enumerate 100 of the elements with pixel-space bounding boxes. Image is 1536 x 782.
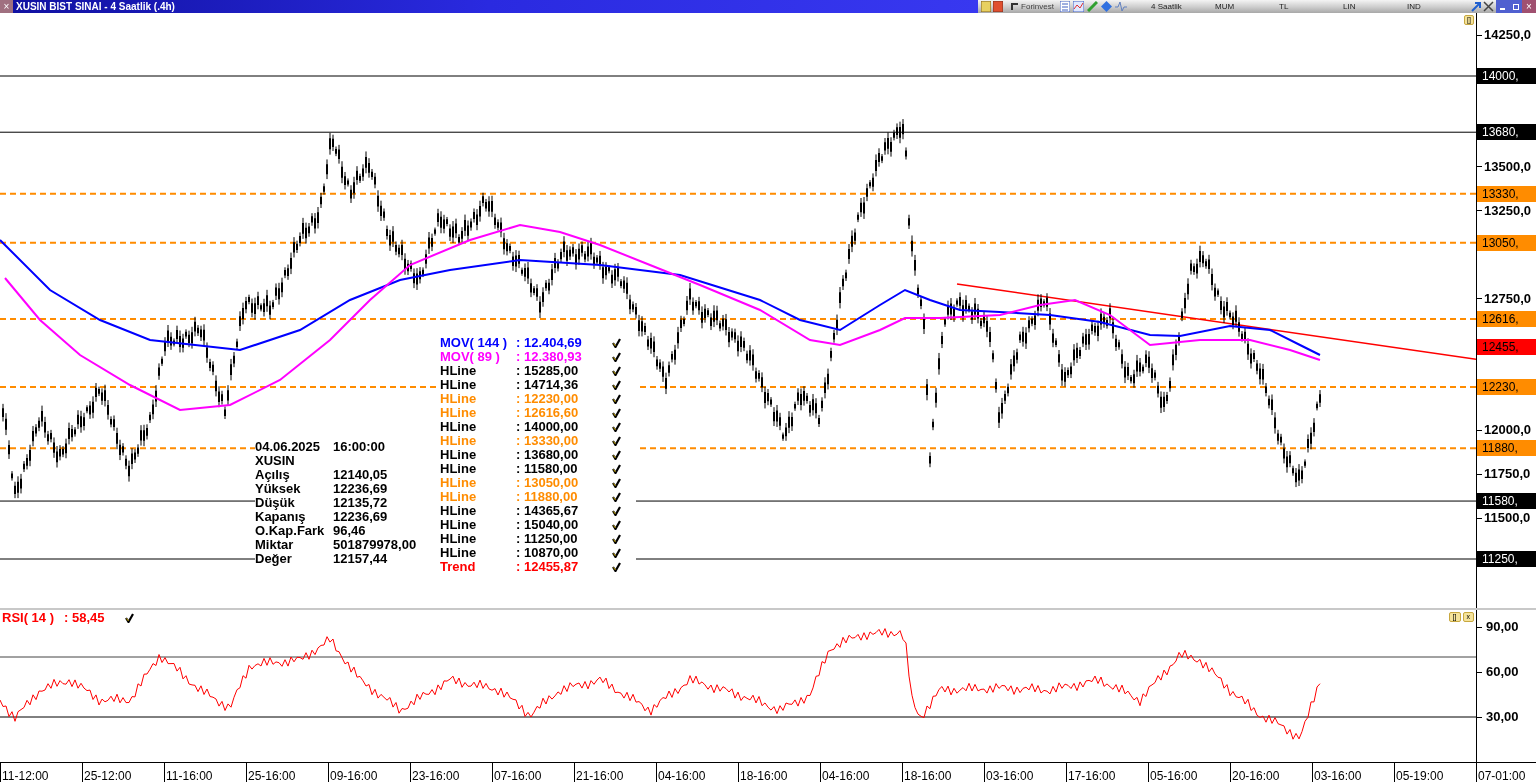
checkmark-icon[interactable]: [612, 464, 621, 474]
toolbar-menu[interactable]: LIN: [1343, 2, 1407, 11]
time-label: 09-16:00: [330, 769, 378, 782]
legend-label: HLine: [440, 392, 478, 406]
legend-value: : 13330,00: [516, 434, 580, 448]
legend-value: : 10870,00: [516, 546, 580, 560]
legend-label: HLine: [440, 364, 478, 378]
time-label: 07-16:00: [494, 769, 542, 782]
checkmark-icon[interactable]: [612, 478, 621, 488]
minimize-button[interactable]: [1496, 0, 1509, 13]
time-label: 07-01:00: [1478, 769, 1526, 782]
legend-value: : 12.380,93: [516, 350, 583, 364]
graph-icon[interactable]: [1073, 1, 1084, 12]
checkmark-icon[interactable]: [612, 380, 621, 390]
legend-label: HLine: [440, 546, 478, 560]
list-icon[interactable]: [1060, 1, 1070, 12]
wave-icon[interactable]: [1115, 1, 1127, 12]
pencil-icon[interactable]: [1087, 1, 1098, 12]
legend-label: HLine: [440, 490, 478, 504]
legend-value: : 11580,00: [516, 462, 579, 476]
legend-label: MOV( 89 ): [440, 350, 501, 364]
checkmark-icon[interactable]: [124, 613, 134, 623]
time-label: 04-16:00: [658, 769, 706, 782]
price-tag: 12230,: [1477, 378, 1536, 395]
checkmark-icon[interactable]: [612, 548, 621, 558]
close-button[interactable]: ×: [1522, 0, 1536, 13]
time-label: 25-16:00: [248, 769, 296, 782]
toolbar-menu[interactable]: TL: [1279, 2, 1343, 11]
info-date: 04.06.2025: [255, 440, 322, 454]
info-label: Yüksek: [255, 482, 302, 496]
info-time: 16:00:00: [333, 440, 386, 454]
checkmark-icon[interactable]: [612, 520, 621, 530]
axis-label: 12000,0: [1484, 423, 1531, 438]
info-label: O.Kap.Fark: [255, 524, 326, 538]
legend-label: HLine: [440, 504, 478, 518]
legend-value: : 12455,87: [516, 560, 580, 574]
diamond-icon[interactable]: [1101, 1, 1112, 12]
legend-label: HLine: [440, 448, 478, 462]
axis-label: 13250,0: [1484, 203, 1531, 218]
legend-label: HLine: [440, 476, 478, 490]
checkmark-icon[interactable]: [612, 534, 621, 544]
time-label: 23-16:00: [412, 769, 460, 782]
legend-label: HLine: [440, 462, 478, 476]
legend-label: HLine: [440, 532, 478, 546]
checkmark-icon[interactable]: [612, 492, 621, 502]
legend-label: HLine: [440, 434, 478, 448]
checkmark-icon[interactable]: [612, 450, 621, 460]
legend-value: : 12.404,69: [516, 336, 583, 350]
price-tag: 12616,: [1477, 311, 1536, 328]
price-tag: 11580,: [1477, 493, 1536, 510]
checkmark-icon[interactable]: [612, 408, 621, 418]
legend-label: HLine: [440, 420, 478, 434]
info-value: 12236,69: [333, 510, 388, 524]
info-value: 501879978,00: [333, 538, 417, 552]
axis-label: 14250,0: [1484, 28, 1531, 43]
info-value: 96,46: [333, 524, 366, 538]
checkmark-icon[interactable]: [612, 352, 621, 362]
close-button[interactable]: ×: [0, 0, 13, 13]
legend-value: : 12230,00: [516, 392, 580, 406]
time-label: 04-16:00: [822, 769, 870, 782]
info-symbol: XUSIN: [255, 454, 296, 468]
legend-value: : 15285,00: [516, 364, 580, 378]
legend-value: : 14000,00: [516, 420, 580, 434]
time-label: 20-16:00: [1232, 769, 1280, 782]
legend-value: : 13680,00: [516, 448, 580, 462]
legend-label: Trend: [440, 560, 477, 574]
axis-label: 60,00: [1486, 664, 1519, 680]
info-label: Düşük: [255, 496, 296, 510]
rsi-value: : 58,45: [64, 610, 105, 626]
time-label: 18-16:00: [904, 769, 952, 782]
price-tag: 11880,: [1477, 440, 1536, 457]
legend-label: MOV( 144 ): [440, 336, 509, 350]
checkmark-icon[interactable]: [612, 436, 621, 446]
toolbar-menu[interactable]: MUM: [1215, 2, 1279, 11]
legend-label: HLine: [440, 406, 478, 420]
info-value: 12135,72: [333, 496, 388, 510]
info-value: 12157,44: [333, 552, 388, 566]
price-tag: 13680,: [1477, 124, 1536, 141]
checkmark-icon[interactable]: [612, 366, 621, 376]
time-label: 11-16:00: [166, 769, 213, 782]
time-label: 21-16:00: [576, 769, 624, 782]
toolbar-menu[interactable]: 4 Saatlik: [1151, 2, 1215, 11]
legend-value: : 11250,00: [516, 532, 579, 546]
arrow-icon[interactable]: [1471, 1, 1481, 12]
checkmark-icon[interactable]: [612, 506, 621, 516]
checkmark-icon[interactable]: [612, 338, 621, 348]
info-value: 12236,69: [333, 482, 388, 496]
time-label: 17-16:00: [1068, 769, 1116, 782]
toolbar-menu[interactable]: IND: [1407, 2, 1471, 11]
info-value: 12140,05: [333, 468, 388, 482]
logo-icon: [1011, 2, 1020, 11]
info-label: Miktar: [255, 538, 294, 552]
axis-label: 11750,0: [1484, 467, 1531, 482]
checkmark-icon[interactable]: [612, 562, 621, 572]
axis-label: 13500,0: [1484, 159, 1531, 174]
restore-button[interactable]: [1509, 0, 1522, 13]
checkmark-icon[interactable]: [612, 422, 621, 432]
axis-label: 12750,0: [1484, 291, 1531, 306]
axis-label: 90,00: [1486, 619, 1519, 635]
checkmark-icon[interactable]: [612, 394, 621, 404]
